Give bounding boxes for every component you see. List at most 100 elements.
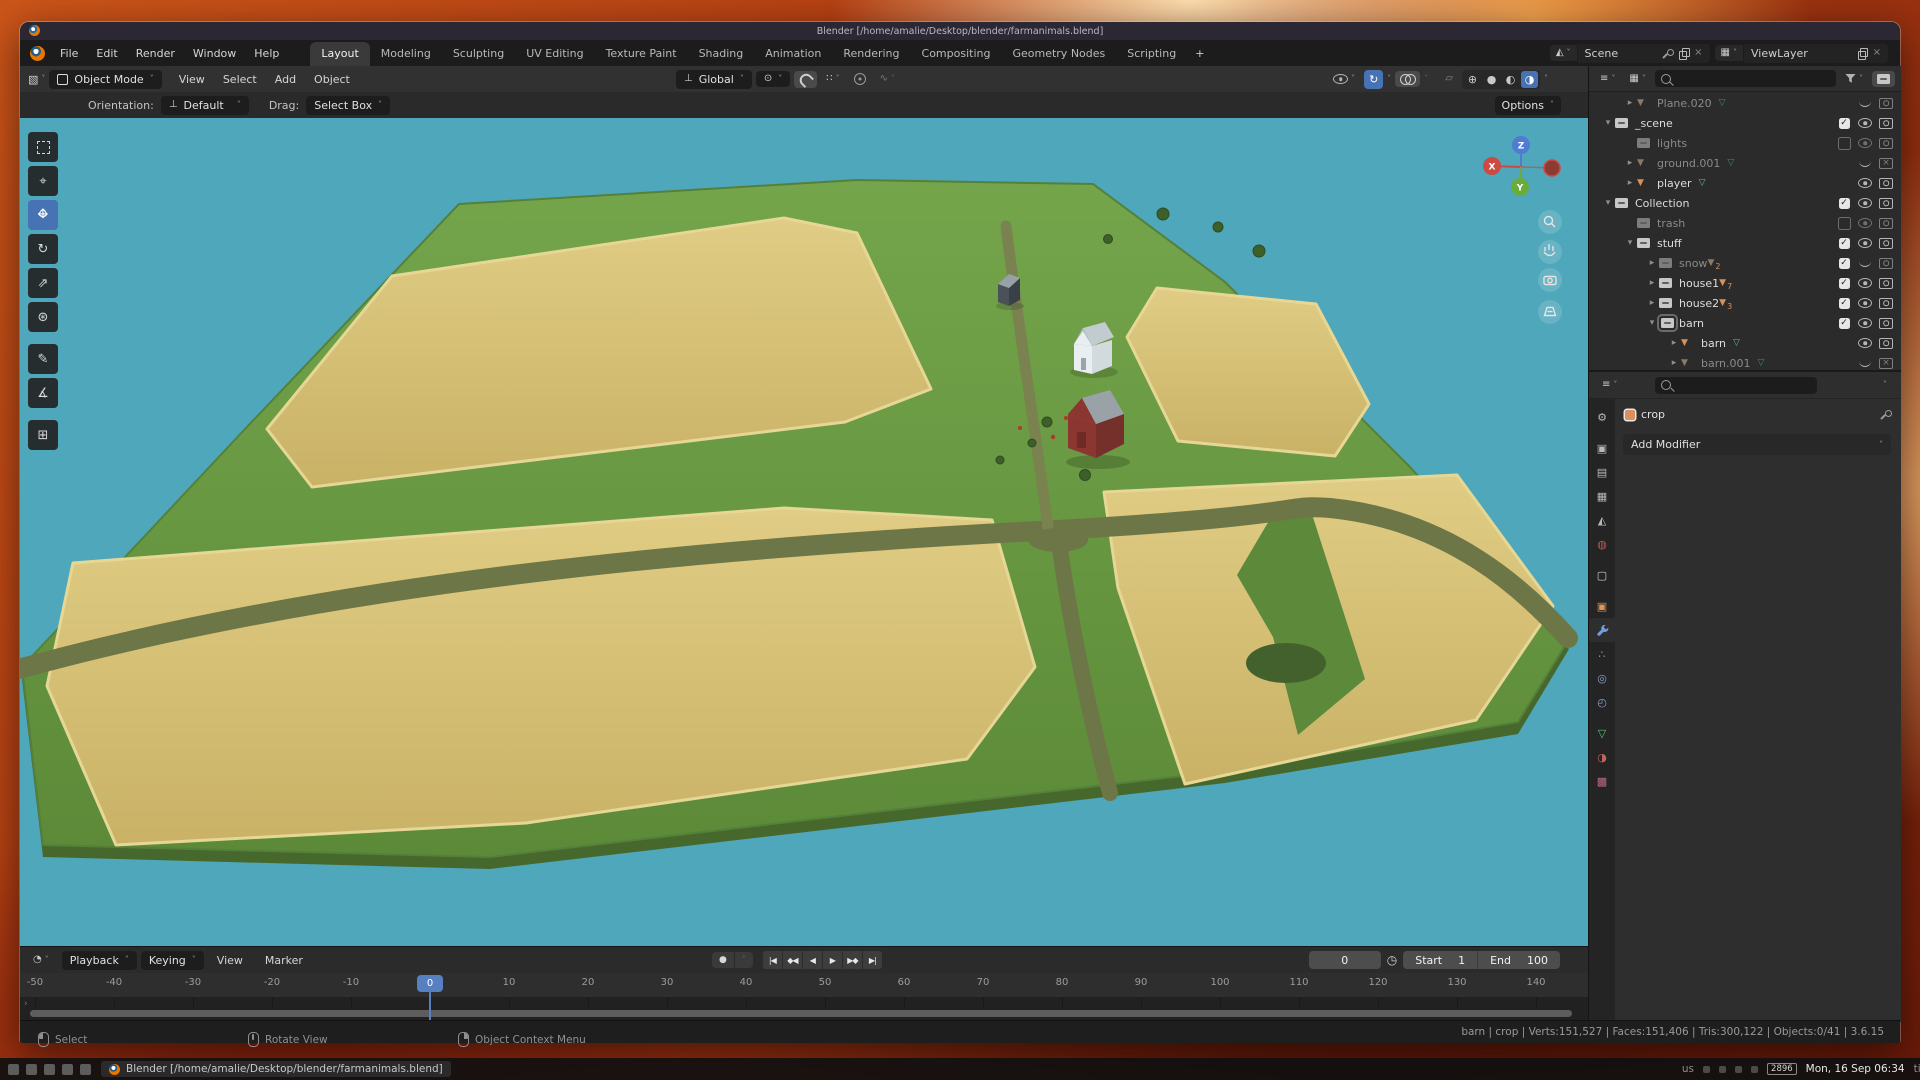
expand-right-icon[interactable]: ▸ xyxy=(1623,98,1637,108)
eye-closed-icon[interactable] xyxy=(1859,160,1871,167)
viewport-menu-select[interactable]: Select xyxy=(214,69,266,90)
selectable-checkbox[interactable]: ✓ xyxy=(1839,278,1850,289)
new-view-layer-icon[interactable] xyxy=(1858,48,1867,58)
hide-eye-icon[interactable] xyxy=(1858,178,1872,188)
camera-view-button[interactable] xyxy=(1538,268,1562,292)
viewport-canvas[interactable]: Z X Y xyxy=(20,118,1588,946)
hide-eye-icon[interactable] xyxy=(1858,298,1872,308)
snap-target-dropdown[interactable]: ∷˅ xyxy=(821,71,844,87)
workspace-tab-compositing[interactable]: Compositing xyxy=(911,42,1002,66)
jump-to-start-button[interactable]: |◀ xyxy=(763,951,782,969)
workspace-tab-animation[interactable]: Animation xyxy=(754,42,832,66)
render-camera-icon[interactable] xyxy=(1879,98,1893,109)
render-camera-icon[interactable] xyxy=(1879,238,1893,249)
taskbar-window-button[interactable]: Blender [/home/amalie/Desktop/blender/fa… xyxy=(101,1061,451,1077)
expand-right-icon[interactable]: ▸ xyxy=(1645,258,1659,268)
timeline-playback-dropdown[interactable]: Playback˅ xyxy=(62,951,137,970)
outliner-row-barn[interactable]: ▾barn✓ xyxy=(1589,313,1901,333)
properties-tab-texture[interactable]: ▩ xyxy=(1589,769,1615,793)
workspace-tab-sculpting[interactable]: Sculpting xyxy=(442,42,515,66)
disable-render-icon[interactable] xyxy=(1879,158,1893,169)
workspace-tab-shading[interactable]: Shading xyxy=(688,42,755,66)
tray-icon[interactable] xyxy=(1703,1066,1710,1073)
timeline-scrollbar[interactable] xyxy=(30,1010,1572,1017)
current-frame-field[interactable]: 0 xyxy=(1309,951,1381,969)
tray-icon[interactable] xyxy=(1735,1066,1742,1073)
outliner-row-snow[interactable]: ▸snow▼2✓ xyxy=(1589,253,1901,273)
zoom-button[interactable] xyxy=(1538,210,1562,234)
workspace-tab-rendering[interactable]: Rendering xyxy=(832,42,910,66)
properties-tab-collection[interactable]: ▢ xyxy=(1589,563,1615,587)
properties-options-dropdown[interactable]: ˅ xyxy=(1877,381,1893,389)
scene-browse-button[interactable]: ◭˅ xyxy=(1550,45,1577,61)
menu-help[interactable]: Help xyxy=(245,43,288,64)
shading-wireframe-button[interactable]: ⊕ xyxy=(1464,71,1481,88)
properties-tab-object[interactable]: ▣ xyxy=(1589,594,1615,618)
tool-rotate[interactable]: ↻ xyxy=(28,234,58,264)
hide-eye-icon[interactable] xyxy=(1858,238,1872,248)
timeline-menu-marker[interactable]: Marker xyxy=(256,950,312,971)
outliner-row-trash[interactable]: trash xyxy=(1589,213,1901,233)
viewport-menu-view[interactable]: View xyxy=(170,69,214,90)
taskbar-icon[interactable] xyxy=(44,1064,55,1075)
expand-right-icon[interactable]: ▸ xyxy=(1623,158,1637,168)
hide-eye-icon[interactable] xyxy=(1858,318,1872,328)
expand-right-icon[interactable]: ▸ xyxy=(1645,298,1659,308)
tool-add-cube[interactable]: ⊞ xyxy=(28,420,58,450)
outliner-row-plane-020[interactable]: ▸▼Plane.020▽ xyxy=(1589,93,1901,113)
tray-icon[interactable] xyxy=(1751,1066,1758,1073)
shading-solid-button[interactable]: ● xyxy=(1483,71,1500,88)
falloff-dropdown[interactable]: ∿˅ xyxy=(875,71,900,87)
outliner-row-house2[interactable]: ▸house2▼3✓ xyxy=(1589,293,1901,313)
tool-move[interactable]: ↔↕ xyxy=(28,200,58,230)
properties-tab-modifiers[interactable] xyxy=(1589,618,1615,642)
eye-closed-icon[interactable] xyxy=(1859,360,1871,367)
options-dropdown[interactable]: Options ˅ xyxy=(1495,96,1561,115)
taskbar-icon[interactable] xyxy=(8,1064,19,1075)
properties-tab-render[interactable]: ▣ xyxy=(1589,436,1615,460)
selectable-checkbox[interactable]: ✓ xyxy=(1839,318,1850,329)
tool-cursor[interactable]: ⌖ xyxy=(28,166,58,196)
expand-right-icon[interactable]: ▸ xyxy=(1667,338,1681,348)
proportional-editing-toggle[interactable] xyxy=(849,70,871,88)
expand-right-icon[interactable]: ▸ xyxy=(1645,278,1659,288)
hide-eye-icon[interactable] xyxy=(1858,118,1872,128)
transform-orientation-dropdown[interactable]: ⊥ Global ˅ xyxy=(676,70,752,89)
expand-down-icon[interactable]: ▾ xyxy=(1623,238,1637,248)
timeline-keying-dropdown[interactable]: Keying˅ xyxy=(141,951,204,970)
properties-tab-particles[interactable]: ∴ xyxy=(1589,642,1615,666)
properties-editor-type-button[interactable]: ≡˅ xyxy=(1597,377,1622,393)
pin-icon[interactable] xyxy=(1660,47,1673,60)
hide-eye-icon[interactable] xyxy=(1858,138,1872,148)
playhead[interactable]: 0 xyxy=(417,975,443,992)
timeline-track[interactable]: › xyxy=(20,997,1588,1021)
editor-type-button[interactable]: ▧˅ xyxy=(28,73,45,86)
start-frame-field[interactable]: Start 1 xyxy=(1403,951,1477,969)
overlays-toggle[interactable] xyxy=(1395,71,1420,87)
end-frame-field[interactable]: End 100 xyxy=(1477,951,1560,969)
selectable-checkbox[interactable]: ✓ xyxy=(1839,198,1850,209)
tool-scale[interactable]: ⇗ xyxy=(28,268,58,298)
outliner-row-barn-001[interactable]: ▸▼barn.001▽ xyxy=(1589,353,1901,370)
properties-tab-material[interactable]: ◑ xyxy=(1589,745,1615,769)
disable-render-icon[interactable] xyxy=(1879,358,1893,369)
outliner-row-ground-001[interactable]: ▸▼ground.001▽ xyxy=(1589,153,1901,173)
properties-tab-physics[interactable]: ◎ xyxy=(1589,666,1615,690)
xray-toggle[interactable]: ▱ xyxy=(1440,71,1458,87)
outliner-search-input[interactable] xyxy=(1655,70,1836,87)
unlink-scene-icon[interactable]: × xyxy=(1694,48,1702,58)
hide-eye-icon[interactable] xyxy=(1858,218,1872,228)
drag-dropdown[interactable]: Select Box ˅ xyxy=(306,96,390,115)
pin-id-icon[interactable] xyxy=(1878,408,1891,421)
selectable-checkbox[interactable]: ✓ xyxy=(1839,298,1850,309)
properties-tab-scene[interactable]: ◭ xyxy=(1589,508,1615,532)
marker-region-caret[interactable]: › xyxy=(24,999,28,1009)
keyboard-layout-indicator[interactable]: us xyxy=(1682,1063,1694,1075)
expand-down-icon[interactable]: ▾ xyxy=(1601,118,1615,128)
timeline-editor-type-button[interactable]: ◔˅ xyxy=(28,952,54,968)
hide-eye-icon[interactable] xyxy=(1858,198,1872,208)
render-camera-icon[interactable] xyxy=(1879,278,1893,289)
show-hide-dropdown[interactable]: ˅ xyxy=(1328,71,1360,87)
workspace-tab-modeling[interactable]: Modeling xyxy=(370,42,442,66)
render-camera-icon[interactable] xyxy=(1879,118,1893,129)
